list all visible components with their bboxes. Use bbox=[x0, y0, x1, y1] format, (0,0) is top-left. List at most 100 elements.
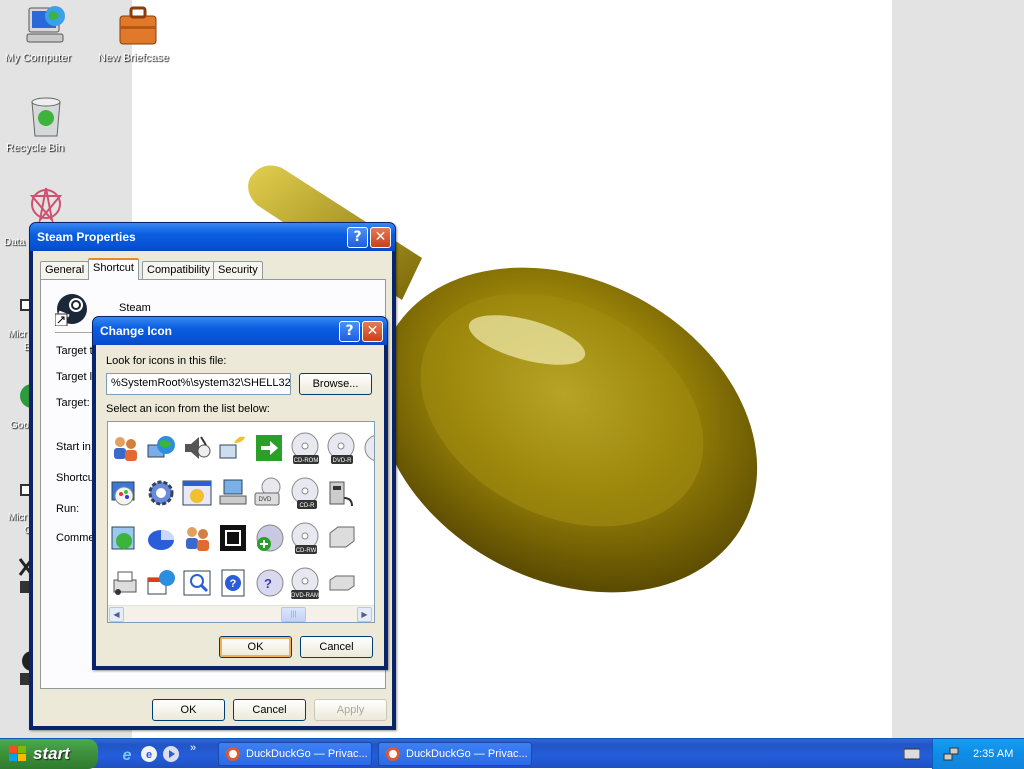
help-button[interactable]: ? bbox=[347, 226, 368, 248]
media-player-icon[interactable] bbox=[162, 745, 180, 763]
window-title: Steam Properties bbox=[37, 230, 136, 244]
pie-chart-icon[interactable] bbox=[144, 518, 178, 558]
cd-label: DVD-RAM bbox=[291, 593, 319, 599]
tab-security[interactable]: Security bbox=[213, 261, 263, 279]
removable-drive-icon[interactable] bbox=[324, 563, 358, 603]
close-button[interactable]: ✕ bbox=[362, 320, 383, 342]
network-globe-icon[interactable] bbox=[144, 428, 178, 468]
horizontal-scrollbar[interactable]: ◀ ||| ▶ bbox=[108, 605, 374, 622]
apply-button[interactable]: Apply bbox=[314, 699, 387, 721]
close-button[interactable]: ✕ bbox=[370, 226, 391, 248]
duckduckgo-icon bbox=[226, 747, 240, 761]
printer-cable-icon[interactable] bbox=[324, 473, 358, 513]
printers-icon[interactable] bbox=[108, 563, 142, 603]
cancel-button[interactable]: Cancel bbox=[300, 636, 373, 658]
dvd-r-drive-icon[interactable]: DVD-R bbox=[324, 428, 358, 468]
dvd-drive-icon[interactable]: DVD bbox=[252, 473, 286, 513]
cd-label: DVD bbox=[259, 497, 272, 503]
dvd-ram-drive-icon[interactable]: DVD-RAM bbox=[288, 563, 322, 603]
partial-desktop-label: Data bbox=[4, 237, 26, 248]
steam-icon bbox=[54, 292, 89, 327]
ok-button[interactable]: OK bbox=[219, 636, 292, 658]
help-computer-icon[interactable] bbox=[216, 428, 250, 468]
icon-file-path-input[interactable]: %SystemRoot%\system32\SHELL32 bbox=[106, 373, 291, 395]
user-accounts-icon[interactable] bbox=[180, 518, 214, 558]
scroll-right-icon[interactable]: ▶ bbox=[357, 607, 372, 622]
run-label: Run: bbox=[56, 503, 80, 515]
network-icon[interactable] bbox=[943, 746, 959, 762]
cd-rw-drive-icon[interactable]: CD-RW bbox=[288, 518, 322, 558]
browser-icon[interactable]: e bbox=[140, 745, 158, 763]
audio-speaker-icon[interactable] bbox=[180, 428, 214, 468]
partial-icon[interactable] bbox=[360, 473, 374, 513]
taskbar-item-label: DuckDuckGo — Privac... bbox=[406, 748, 528, 760]
cd-rom-drive-icon[interactable]: CD-ROM bbox=[288, 428, 322, 468]
taskbar-item-duckduckgo[interactable]: DuckDuckGo — Privac... bbox=[378, 742, 532, 766]
cd-r-drive-icon[interactable]: CD-R bbox=[288, 473, 322, 513]
look-for-icons-label: Look for icons in this file: bbox=[106, 355, 227, 367]
select-icon-label: Select an icon from the list below: bbox=[106, 403, 270, 415]
help-button[interactable]: ? bbox=[339, 320, 360, 342]
change-icon-body: Look for icons in this file: %SystemRoot… bbox=[96, 345, 384, 666]
browse-button[interactable]: Browse... bbox=[299, 373, 372, 395]
start-button[interactable]: start bbox=[0, 739, 98, 769]
tab-general[interactable]: General bbox=[40, 261, 90, 279]
partial-drive-icon[interactable] bbox=[360, 563, 374, 603]
add-disc-icon[interactable] bbox=[252, 518, 286, 558]
cancel-button[interactable]: Cancel bbox=[233, 699, 306, 721]
computer-keyboard-icon[interactable] bbox=[216, 473, 250, 513]
my-computer-icon bbox=[21, 2, 69, 50]
cd-label: CD-RW bbox=[296, 548, 317, 554]
control-panel-icon[interactable] bbox=[108, 518, 142, 558]
desktop-icon-my-computer[interactable]: My Computer bbox=[5, 2, 85, 64]
scroll-thumb[interactable]: ||| bbox=[281, 607, 306, 622]
keyboard-icon[interactable] bbox=[903, 747, 921, 761]
help-icon[interactable]: ? bbox=[216, 563, 250, 603]
ok-button[interactable]: OK bbox=[152, 699, 225, 721]
users-icon[interactable] bbox=[108, 428, 142, 468]
partial-desktop-label: Micr bbox=[8, 329, 27, 340]
shortcut-key-label: Shortcu bbox=[56, 472, 94, 484]
recycle-bin-icon bbox=[22, 92, 70, 140]
steam-properties-titlebar[interactable]: Steam Properties ? ✕ bbox=[30, 223, 395, 251]
partial-dvd-icon[interactable] bbox=[360, 518, 374, 558]
desktop-icon-recycle-bin[interactable]: Recycle Bin bbox=[6, 92, 86, 154]
tab-compatibility[interactable]: Compatibility bbox=[142, 261, 215, 279]
search-magnifier-icon[interactable] bbox=[180, 563, 214, 603]
scroll-left-icon[interactable]: ◀ bbox=[109, 607, 124, 622]
desktop-icon-label: Recycle Bin bbox=[6, 142, 65, 154]
ie-icon[interactable]: e bbox=[118, 745, 136, 764]
taskbar: start e e » DuckDuckGo — Privac... DuckD… bbox=[0, 738, 1024, 769]
duckduckgo-icon bbox=[386, 747, 400, 761]
tab-shortcut[interactable]: Shortcut bbox=[88, 258, 139, 280]
change-icon-dialog: Change Icon ? ✕ Look for icons in this f… bbox=[92, 316, 388, 670]
disc-icon[interactable] bbox=[360, 428, 374, 468]
partial-desktop-label: Micr bbox=[8, 512, 27, 523]
desktop-background-right bbox=[892, 0, 1024, 738]
disc-help-icon[interactable]: ? bbox=[252, 563, 286, 603]
taskbar-item-label: DuckDuckGo — Privac... bbox=[246, 748, 368, 760]
svg-text:?: ? bbox=[264, 576, 272, 591]
desktop-icon-new-briefcase[interactable]: New Briefcase bbox=[98, 2, 178, 64]
settings-gear-icon[interactable] bbox=[144, 473, 178, 513]
icon-list[interactable]: CD-ROM DVD-R DVD CD-R CD-RW ? ? DVD-RAM … bbox=[107, 421, 375, 623]
cd-label: CD-ROM bbox=[294, 458, 319, 464]
svg-text:e: e bbox=[146, 749, 152, 761]
briefcase-icon bbox=[114, 2, 162, 50]
cd-label: DVD-R bbox=[333, 458, 353, 464]
quick-launch-chevron[interactable]: » bbox=[190, 742, 196, 754]
clock[interactable]: 2:35 AM bbox=[973, 748, 1013, 760]
system-tray: 2:35 AM bbox=[932, 739, 1024, 769]
dialog-title: Change Icon bbox=[100, 324, 173, 338]
windows-logo-icon bbox=[9, 746, 26, 761]
taskbar-item-duckduckgo[interactable]: DuckDuckGo — Privac... bbox=[218, 742, 372, 766]
window-clock-icon[interactable] bbox=[180, 473, 214, 513]
change-icon-titlebar[interactable]: Change Icon ? ✕ bbox=[93, 317, 387, 345]
drive-icon[interactable] bbox=[324, 518, 358, 558]
display-properties-icon[interactable] bbox=[108, 473, 142, 513]
internet-calendar-icon[interactable] bbox=[144, 563, 178, 603]
cd-label: CD-R bbox=[300, 503, 316, 509]
arrow-right-icon[interactable] bbox=[252, 428, 286, 468]
start-in-label: Start in: bbox=[56, 441, 94, 453]
crop-icon[interactable] bbox=[216, 518, 250, 558]
